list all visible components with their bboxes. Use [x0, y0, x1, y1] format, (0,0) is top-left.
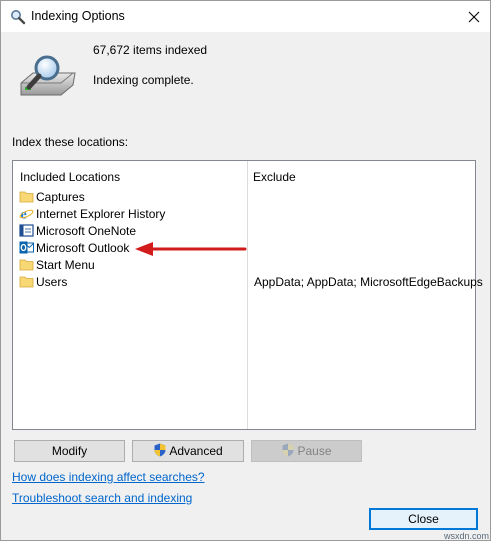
items-indexed-count: 67,672 items indexed [93, 43, 208, 57]
location-row-internet-explorer-history[interactable]: e Internet Explorer History [17, 205, 471, 222]
advanced-button[interactable]: Advanced [132, 440, 244, 462]
folder-icon [19, 191, 34, 203]
indexing-options-icon [11, 10, 26, 25]
pause-button[interactable]: Pause [251, 440, 362, 462]
outlook-icon [19, 241, 34, 254]
column-header-exclude[interactable]: Exclude [253, 170, 296, 184]
column-header-included[interactable]: Included Locations [20, 170, 120, 184]
annotation-arrow [135, 242, 247, 256]
how-indexing-affects-searches-link[interactable]: How does indexing affect searches? [12, 470, 205, 484]
uac-shield-icon [154, 443, 166, 457]
index-locations-label: Index these locations: [12, 135, 129, 149]
location-row-start-menu[interactable]: Start Menu [17, 256, 471, 273]
close-button-label: Close [408, 512, 439, 526]
location-exclude: AppData; AppData; MicrosoftEdgeBackups [254, 275, 483, 289]
title-bar[interactable]: Indexing Options [1, 1, 490, 32]
internet-explorer-icon: e [19, 208, 34, 221]
location-name: Start Menu [36, 258, 95, 272]
indexing-status: Indexing complete. [93, 73, 194, 87]
locations-list[interactable]: Included Locations Exclude Captures e In… [12, 160, 483, 430]
advanced-button-label: Advanced [169, 444, 223, 458]
onenote-icon [19, 224, 34, 237]
location-row-captures[interactable]: Captures [17, 188, 471, 205]
location-name: Microsoft OneNote [36, 224, 137, 238]
location-name: Users [36, 275, 68, 289]
modify-button-label: Modify [51, 444, 88, 458]
troubleshoot-search-link[interactable]: Troubleshoot search and indexing [12, 491, 192, 505]
modify-button[interactable]: Modify [14, 440, 125, 462]
folder-icon [19, 259, 34, 271]
pause-button-label: Pause [297, 444, 332, 458]
location-row-microsoft-onenote[interactable]: Microsoft OneNote [17, 222, 471, 239]
close-icon[interactable] [463, 7, 485, 27]
window-title: Indexing Options [31, 9, 125, 23]
location-row-users[interactable]: Users AppData; AppData; MicrosoftEdgeBac… [17, 273, 483, 290]
close-button[interactable]: Close [369, 508, 478, 530]
location-name: Internet Explorer History [36, 207, 166, 221]
uac-shield-icon [282, 443, 294, 457]
indexing-options-window: Indexing Options 67,672 items indexed In… [0, 0, 491, 541]
watermark: wsxdn.com [444, 531, 490, 541]
magnifier-over-disk-icon [20, 55, 76, 96]
location-name: Captures [36, 190, 85, 204]
folder-icon [19, 276, 34, 288]
location-name: Microsoft Outlook [36, 241, 130, 255]
